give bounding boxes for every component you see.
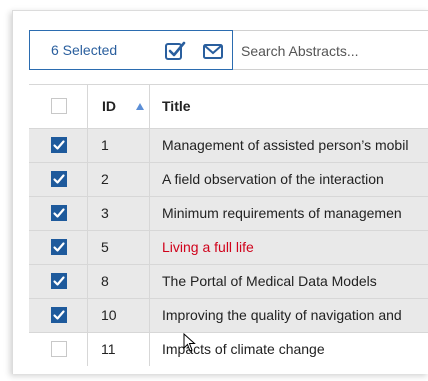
checkmark-icon (53, 140, 65, 150)
table-row[interactable]: 5 Living a full life (29, 230, 428, 264)
row-title[interactable]: Living a full life (162, 239, 254, 255)
checkbox-check-icon[interactable] (164, 40, 186, 62)
checkmark-icon (53, 242, 65, 252)
table-row[interactable]: 8 The Portal of Medical Data Models (29, 264, 428, 298)
row-id-cell: 8 (88, 265, 150, 298)
checkmark-icon (53, 208, 65, 218)
selected-count-box[interactable]: 6 Selected (29, 30, 233, 70)
row-id-cell: 5 (88, 231, 150, 264)
envelope-icon[interactable] (202, 40, 224, 62)
table-header-row: ID Title (29, 84, 428, 128)
row-check-cell (29, 197, 88, 230)
row-title-cell: The Portal of Medical Data Models (150, 265, 428, 298)
row-id: 3 (101, 205, 109, 221)
row-check-cell (29, 333, 88, 366)
row-check-cell (29, 129, 88, 162)
selection-toolbar: 6 Selected (29, 30, 428, 72)
row-title[interactable]: Management of assisted person’s mobil (162, 137, 408, 153)
row-title-cell: Minimum requirements of managemen (150, 197, 428, 230)
row-id: 5 (101, 239, 109, 255)
row-checkbox[interactable] (51, 273, 67, 289)
row-checkbox[interactable] (51, 341, 67, 357)
checkmark-icon (53, 276, 65, 286)
row-checkbox[interactable] (51, 307, 67, 323)
row-id-cell: 3 (88, 197, 150, 230)
table-row[interactable]: 10 Improving the quality of navigation an… (29, 298, 428, 332)
row-checkbox[interactable] (51, 137, 67, 153)
table-row[interactable]: 2 A field observation of the interaction (29, 162, 428, 196)
table-row[interactable]: 1 Management of assisted person’s mobil (29, 128, 428, 162)
sort-ascending-icon (136, 103, 144, 110)
checkmark-icon (53, 174, 65, 184)
row-checkbox[interactable] (51, 239, 67, 255)
mouse-cursor-icon (183, 332, 197, 353)
row-title[interactable]: A field observation of the interaction (162, 171, 384, 187)
select-all-checkbox[interactable] (51, 98, 67, 114)
row-check-cell (29, 299, 88, 332)
row-id-cell: 2 (88, 163, 150, 196)
row-id: 10 (101, 307, 117, 323)
header-title-cell[interactable]: Title (150, 85, 428, 128)
selected-count-label: 6 Selected (51, 42, 118, 58)
row-check-cell (29, 231, 88, 264)
row-title-cell: A field observation of the interaction (150, 163, 428, 196)
row-id: 1 (101, 137, 109, 153)
row-id: 11 (101, 341, 116, 357)
row-check-cell (29, 265, 88, 298)
row-id: 2 (101, 171, 109, 187)
header-check-cell (29, 85, 88, 128)
row-title[interactable]: Minimum requirements of managemen (162, 205, 402, 221)
column-header-id: ID (102, 98, 116, 114)
row-checkbox[interactable] (51, 205, 67, 221)
row-id-cell: 1 (88, 129, 150, 162)
row-title[interactable]: The Portal of Medical Data Models (162, 273, 377, 289)
checkmark-icon (53, 310, 65, 320)
header-id-cell[interactable]: ID (88, 85, 150, 128)
row-check-cell (29, 163, 88, 196)
row-id-cell: 11 (88, 333, 150, 366)
table-row[interactable]: 11 Impacts of climate change (29, 332, 428, 366)
row-id: 8 (101, 273, 109, 289)
row-title-cell: Management of assisted person’s mobil (150, 129, 428, 162)
search-input[interactable] (239, 40, 423, 62)
search-box[interactable] (233, 30, 428, 70)
table-row[interactable]: 3 Minimum requirements of managemen (29, 196, 428, 230)
row-title[interactable]: Improving the quality of navigation and (162, 307, 402, 323)
row-title-cell: Living a full life (150, 231, 428, 264)
column-header-title: Title (162, 98, 191, 114)
row-checkbox[interactable] (51, 171, 67, 187)
row-id-cell: 10 (88, 299, 150, 332)
row-title-cell: Improving the quality of navigation and (150, 299, 428, 332)
